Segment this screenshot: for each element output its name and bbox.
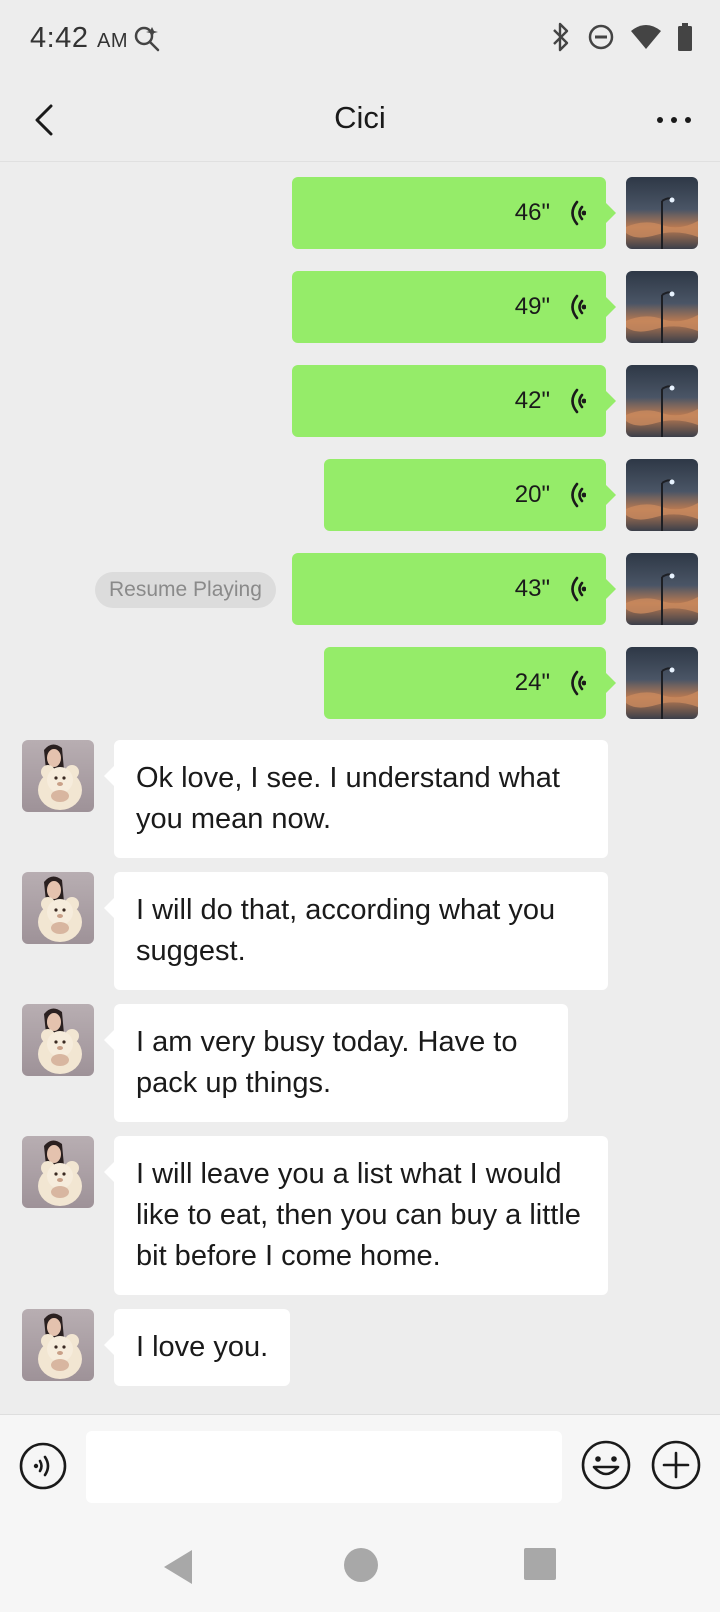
wifi-icon xyxy=(631,25,661,49)
voice-wave-icon xyxy=(560,198,586,228)
self-avatar[interactable] xyxy=(626,271,698,343)
text-message-bubble[interactable]: I love you. xyxy=(103,1309,291,1386)
voice-message-bubble[interactable]: 46" xyxy=(292,177,616,249)
self-avatar[interactable] xyxy=(626,459,698,531)
battery-icon xyxy=(678,23,692,51)
voice-message-bubble[interactable]: 42" xyxy=(292,365,616,437)
voice-message-bubble[interactable]: 43" xyxy=(292,553,616,625)
text-message-bubble[interactable]: Ok love, I see. I understand what you me… xyxy=(104,740,608,858)
text-message-bubble[interactable]: I will do that, according what you sugge… xyxy=(104,872,608,990)
contact-avatar[interactable] xyxy=(22,1004,94,1076)
plus-circle-icon[interactable] xyxy=(650,1439,702,1491)
voice-duration: 46" xyxy=(514,199,550,226)
voice-duration: 24" xyxy=(514,669,550,696)
recents-square-icon[interactable] xyxy=(524,1548,556,1580)
voice-wave-icon xyxy=(560,668,586,698)
chat-header: Cici xyxy=(0,78,720,162)
voice-duration: 42" xyxy=(514,387,550,414)
text-message-bubble[interactable]: I will leave you a list what I would lik… xyxy=(104,1136,608,1295)
search-icon xyxy=(134,26,160,52)
emoji-icon[interactable] xyxy=(580,1439,632,1491)
more-horizontal-icon xyxy=(657,117,691,123)
voice-input-icon[interactable] xyxy=(18,1441,68,1491)
voice-message-bubble[interactable]: 49" xyxy=(292,271,616,343)
status-time: 4:42 AM xyxy=(30,22,129,54)
system-nav-bar xyxy=(0,1518,720,1612)
voice-duration: 49" xyxy=(514,293,550,320)
contact-avatar[interactable] xyxy=(22,740,94,812)
message-input[interactable] xyxy=(86,1431,562,1503)
self-avatar[interactable] xyxy=(626,177,698,249)
status-bar: 4:42 AM xyxy=(0,0,720,78)
dnd-icon xyxy=(588,24,614,50)
voice-message-bubble[interactable]: 24" xyxy=(324,647,616,719)
voice-message-bubble[interactable]: 20" xyxy=(324,459,616,531)
input-bar xyxy=(0,1414,720,1518)
bluetooth-icon xyxy=(553,22,569,52)
message-list[interactable]: 46" 49" 42" 20" Resume Playing 43" 24" O… xyxy=(0,162,720,1414)
self-avatar[interactable] xyxy=(626,553,698,625)
text-message-bubble[interactable]: I am very busy today. Have to pack up th… xyxy=(104,1004,568,1122)
voice-wave-icon xyxy=(560,292,586,322)
voice-duration: 20" xyxy=(514,481,550,508)
self-avatar[interactable] xyxy=(626,365,698,437)
resume-playing-button[interactable]: Resume Playing xyxy=(95,572,276,608)
voice-wave-icon xyxy=(560,480,586,510)
more-button[interactable] xyxy=(650,98,698,142)
chat-title: Cici xyxy=(334,100,386,135)
home-circle-icon[interactable] xyxy=(344,1548,378,1582)
voice-wave-icon xyxy=(560,386,586,416)
voice-wave-icon xyxy=(560,574,586,604)
contact-avatar[interactable] xyxy=(22,1136,94,1208)
voice-duration: 43" xyxy=(514,575,550,602)
back-triangle-icon[interactable] xyxy=(160,1548,196,1586)
contact-avatar[interactable] xyxy=(22,872,94,944)
contact-avatar[interactable] xyxy=(22,1309,94,1381)
self-avatar[interactable] xyxy=(626,647,698,719)
